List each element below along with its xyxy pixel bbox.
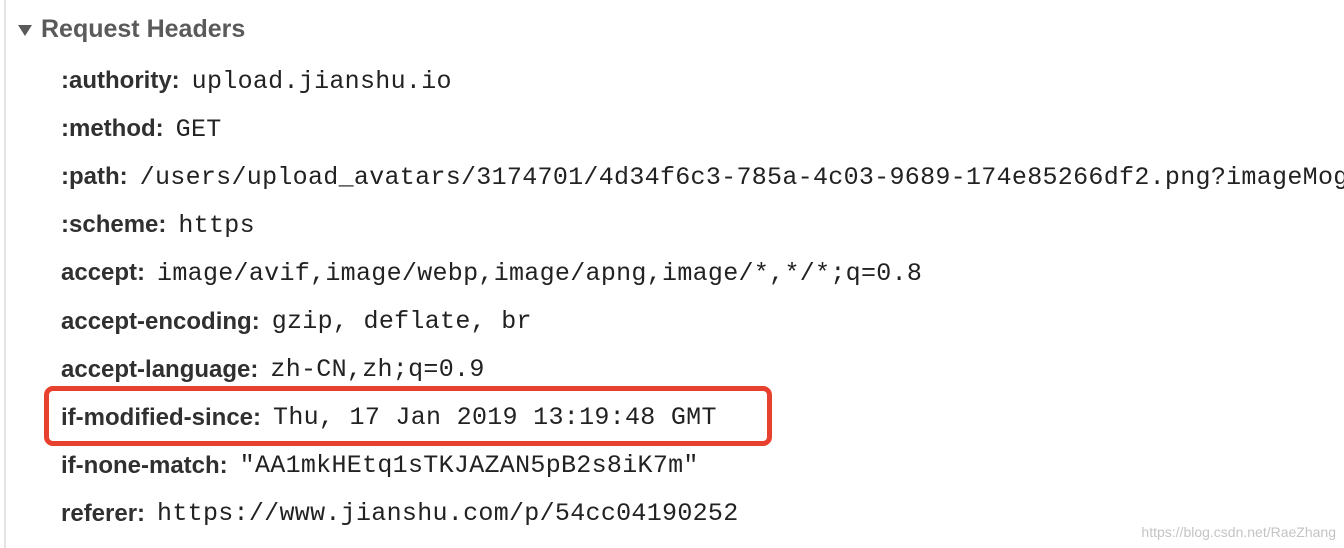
header-key: :path: — [61, 163, 128, 191]
header-value: upload.jianshu.io — [191, 66, 452, 96]
header-value: zh-CN,zh;q=0.9 — [270, 355, 485, 385]
header-value: GET — [175, 114, 222, 144]
header-key: if-none-match: — [61, 451, 228, 479]
header-value: /users/upload_avatars/3174701/4d34f6c3-7… — [139, 162, 1344, 192]
header-row: :scheme: https — [61, 201, 1344, 249]
header-key: accept: — [61, 259, 146, 287]
header-key: :scheme: — [61, 211, 167, 239]
header-list: :authority: upload.jianshu.io :method: G… — [61, 57, 1344, 538]
watermark: https://blog.csdn.net/RaeZhang — [1141, 524, 1336, 540]
triangle-down-icon[interactable] — [18, 24, 32, 36]
section-title: Request Headers — [41, 14, 246, 43]
header-value: https://www.jianshu.com/p/54cc04190252 — [157, 499, 739, 529]
header-key: :authority: — [61, 67, 180, 95]
header-row: :path: /users/upload_avatars/3174701/4d3… — [61, 153, 1344, 201]
header-key: :method: — [61, 115, 164, 143]
devtools-headers-panel: Request Headers :authority: upload.jians… — [0, 0, 1344, 548]
header-row: :method: GET — [61, 105, 1344, 153]
header-row: accept-encoding: gzip, deflate, br — [61, 297, 1344, 345]
header-row: :authority: upload.jianshu.io — [61, 57, 1344, 105]
header-row: accept: image/avif,image/webp,image/apng… — [61, 249, 1344, 297]
highlight-annotation-box — [44, 386, 772, 446]
header-key: referer: — [61, 499, 146, 527]
header-value: gzip, deflate, br — [271, 307, 532, 337]
header-key: accept-language: — [61, 355, 259, 383]
request-headers-toggle[interactable]: Request Headers — [18, 12, 245, 46]
panel-left-border — [4, 0, 6, 548]
header-key: accept-encoding: — [61, 307, 260, 335]
header-value: https — [178, 210, 255, 240]
header-value: "AA1mkHEtq1sTKJAZAN5pB2s8iK7m" — [239, 451, 699, 481]
header-value: image/avif,image/webp,image/apng,image/*… — [157, 258, 923, 288]
header-row: if-none-match: "AA1mkHEtq1sTKJAZAN5pB2s8… — [61, 442, 1344, 490]
